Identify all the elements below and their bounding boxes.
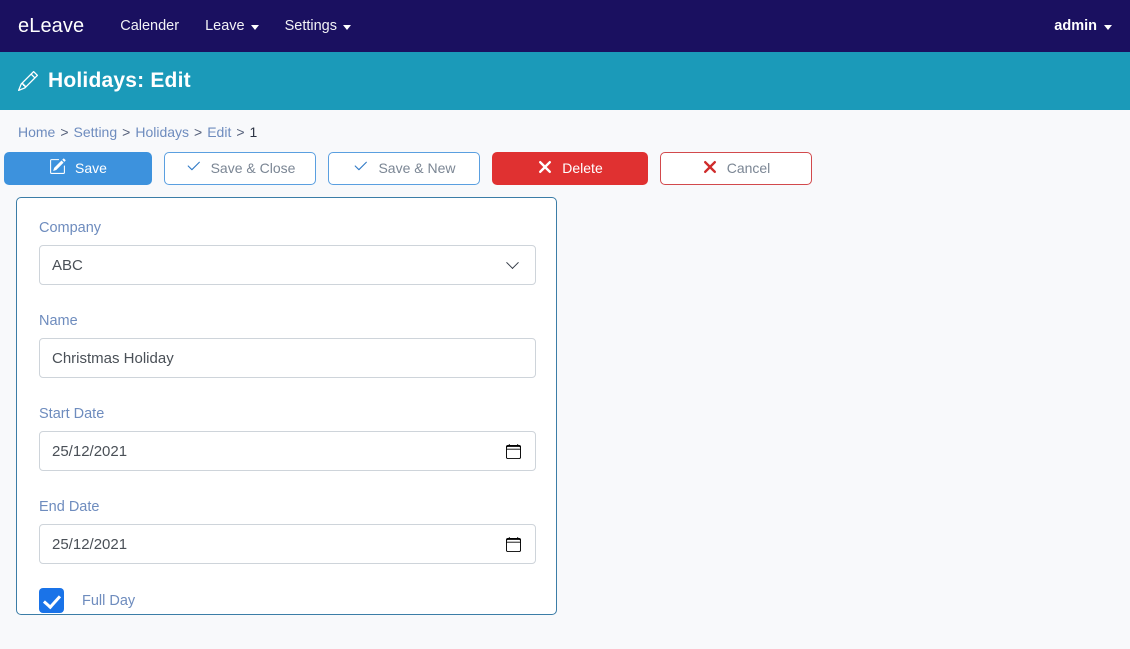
save-and-new-button-label: Save & New bbox=[378, 160, 456, 176]
close-x-icon bbox=[702, 159, 718, 178]
name-field: Name Christmas Holiday bbox=[39, 313, 536, 378]
chevron-down-icon bbox=[1104, 24, 1112, 30]
main-navbar: eLeave Calender Leave Settings admin bbox=[0, 0, 1130, 52]
close-x-icon bbox=[537, 159, 553, 178]
calendar-icon[interactable] bbox=[506, 536, 521, 552]
name-label: Name bbox=[39, 313, 78, 329]
delete-button-label: Delete bbox=[562, 160, 603, 176]
name-input-value: Christmas Holiday bbox=[52, 349, 174, 367]
breadcrumb-item-holidays[interactable]: Holidays bbox=[135, 124, 189, 140]
start-date-input-value: 25/12/2021 bbox=[52, 442, 128, 460]
chevron-down-icon bbox=[250, 24, 259, 30]
page-title: Holidays: Edit bbox=[48, 69, 191, 92]
breadcrumb-separator: > bbox=[194, 123, 203, 140]
nav-links: Calender Leave Settings bbox=[120, 18, 351, 34]
end-date-label: End Date bbox=[39, 499, 100, 515]
name-input[interactable]: Christmas Holiday bbox=[39, 338, 536, 378]
holiday-form-card: Company ABC Name Christmas Holiday Start… bbox=[16, 197, 557, 615]
breadcrumb-separator: > bbox=[60, 123, 69, 140]
check-icon bbox=[352, 158, 369, 178]
start-date-input[interactable]: 25/12/2021 bbox=[39, 431, 536, 471]
company-label: Company bbox=[39, 220, 102, 236]
action-toolbar: Save Save & Close Save & New Delete Canc… bbox=[0, 140, 1130, 188]
brand-logo[interactable]: eLeave bbox=[18, 15, 84, 38]
breadcrumb-separator: > bbox=[122, 123, 131, 140]
chevron-down-icon bbox=[342, 24, 351, 30]
cancel-button[interactable]: Cancel bbox=[660, 151, 812, 185]
breadcrumb-separator: > bbox=[236, 123, 245, 140]
nav-item-calender[interactable]: Calender bbox=[120, 18, 179, 34]
breadcrumb: Home > Setting > Holidays > Edit > 1 bbox=[0, 110, 1130, 140]
end-date-input-value: 25/12/2021 bbox=[52, 535, 128, 553]
user-menu-label: admin bbox=[1054, 18, 1097, 34]
breadcrumb-item-id: 1 bbox=[249, 123, 258, 140]
full-day-checkbox[interactable] bbox=[39, 588, 64, 613]
company-select-value: ABC bbox=[52, 256, 83, 274]
breadcrumb-item-setting[interactable]: Setting bbox=[74, 124, 118, 140]
cancel-button-label: Cancel bbox=[726, 160, 771, 176]
check-icon bbox=[185, 158, 202, 178]
chevron-down-icon bbox=[506, 255, 519, 269]
full-day-label[interactable]: Full Day bbox=[82, 593, 135, 609]
save-and-close-button[interactable]: Save & Close bbox=[164, 151, 316, 185]
nav-item-label: Leave bbox=[205, 18, 245, 34]
start-date-label: Start Date bbox=[39, 406, 105, 422]
full-day-field: Full Day bbox=[39, 588, 534, 613]
company-select[interactable]: ABC bbox=[39, 245, 536, 285]
save-and-close-button-label: Save & Close bbox=[210, 160, 296, 176]
breadcrumb-item-home[interactable]: Home bbox=[18, 124, 55, 140]
start-date-field: Start Date 25/12/2021 bbox=[39, 406, 536, 471]
user-menu[interactable]: admin bbox=[1054, 18, 1112, 34]
pencil-icon bbox=[18, 71, 38, 91]
nav-item-leave[interactable]: Leave bbox=[205, 18, 259, 34]
company-field: Company ABC bbox=[39, 220, 536, 285]
end-date-field: End Date 25/12/2021 bbox=[39, 499, 536, 564]
calendar-icon[interactable] bbox=[506, 443, 521, 459]
delete-button[interactable]: Delete bbox=[492, 151, 648, 185]
save-button[interactable]: Save bbox=[4, 151, 152, 185]
save-and-new-button[interactable]: Save & New bbox=[328, 151, 480, 185]
edit-square-icon bbox=[49, 158, 66, 178]
breadcrumb-item-edit[interactable]: Edit bbox=[207, 124, 231, 140]
page-header-band: Holidays: Edit bbox=[0, 52, 1130, 110]
end-date-input[interactable]: 25/12/2021 bbox=[39, 524, 536, 564]
nav-item-settings[interactable]: Settings bbox=[285, 18, 351, 34]
save-button-label: Save bbox=[75, 160, 107, 176]
nav-item-label: Settings bbox=[284, 18, 337, 34]
nav-item-label: Calender bbox=[120, 18, 180, 34]
